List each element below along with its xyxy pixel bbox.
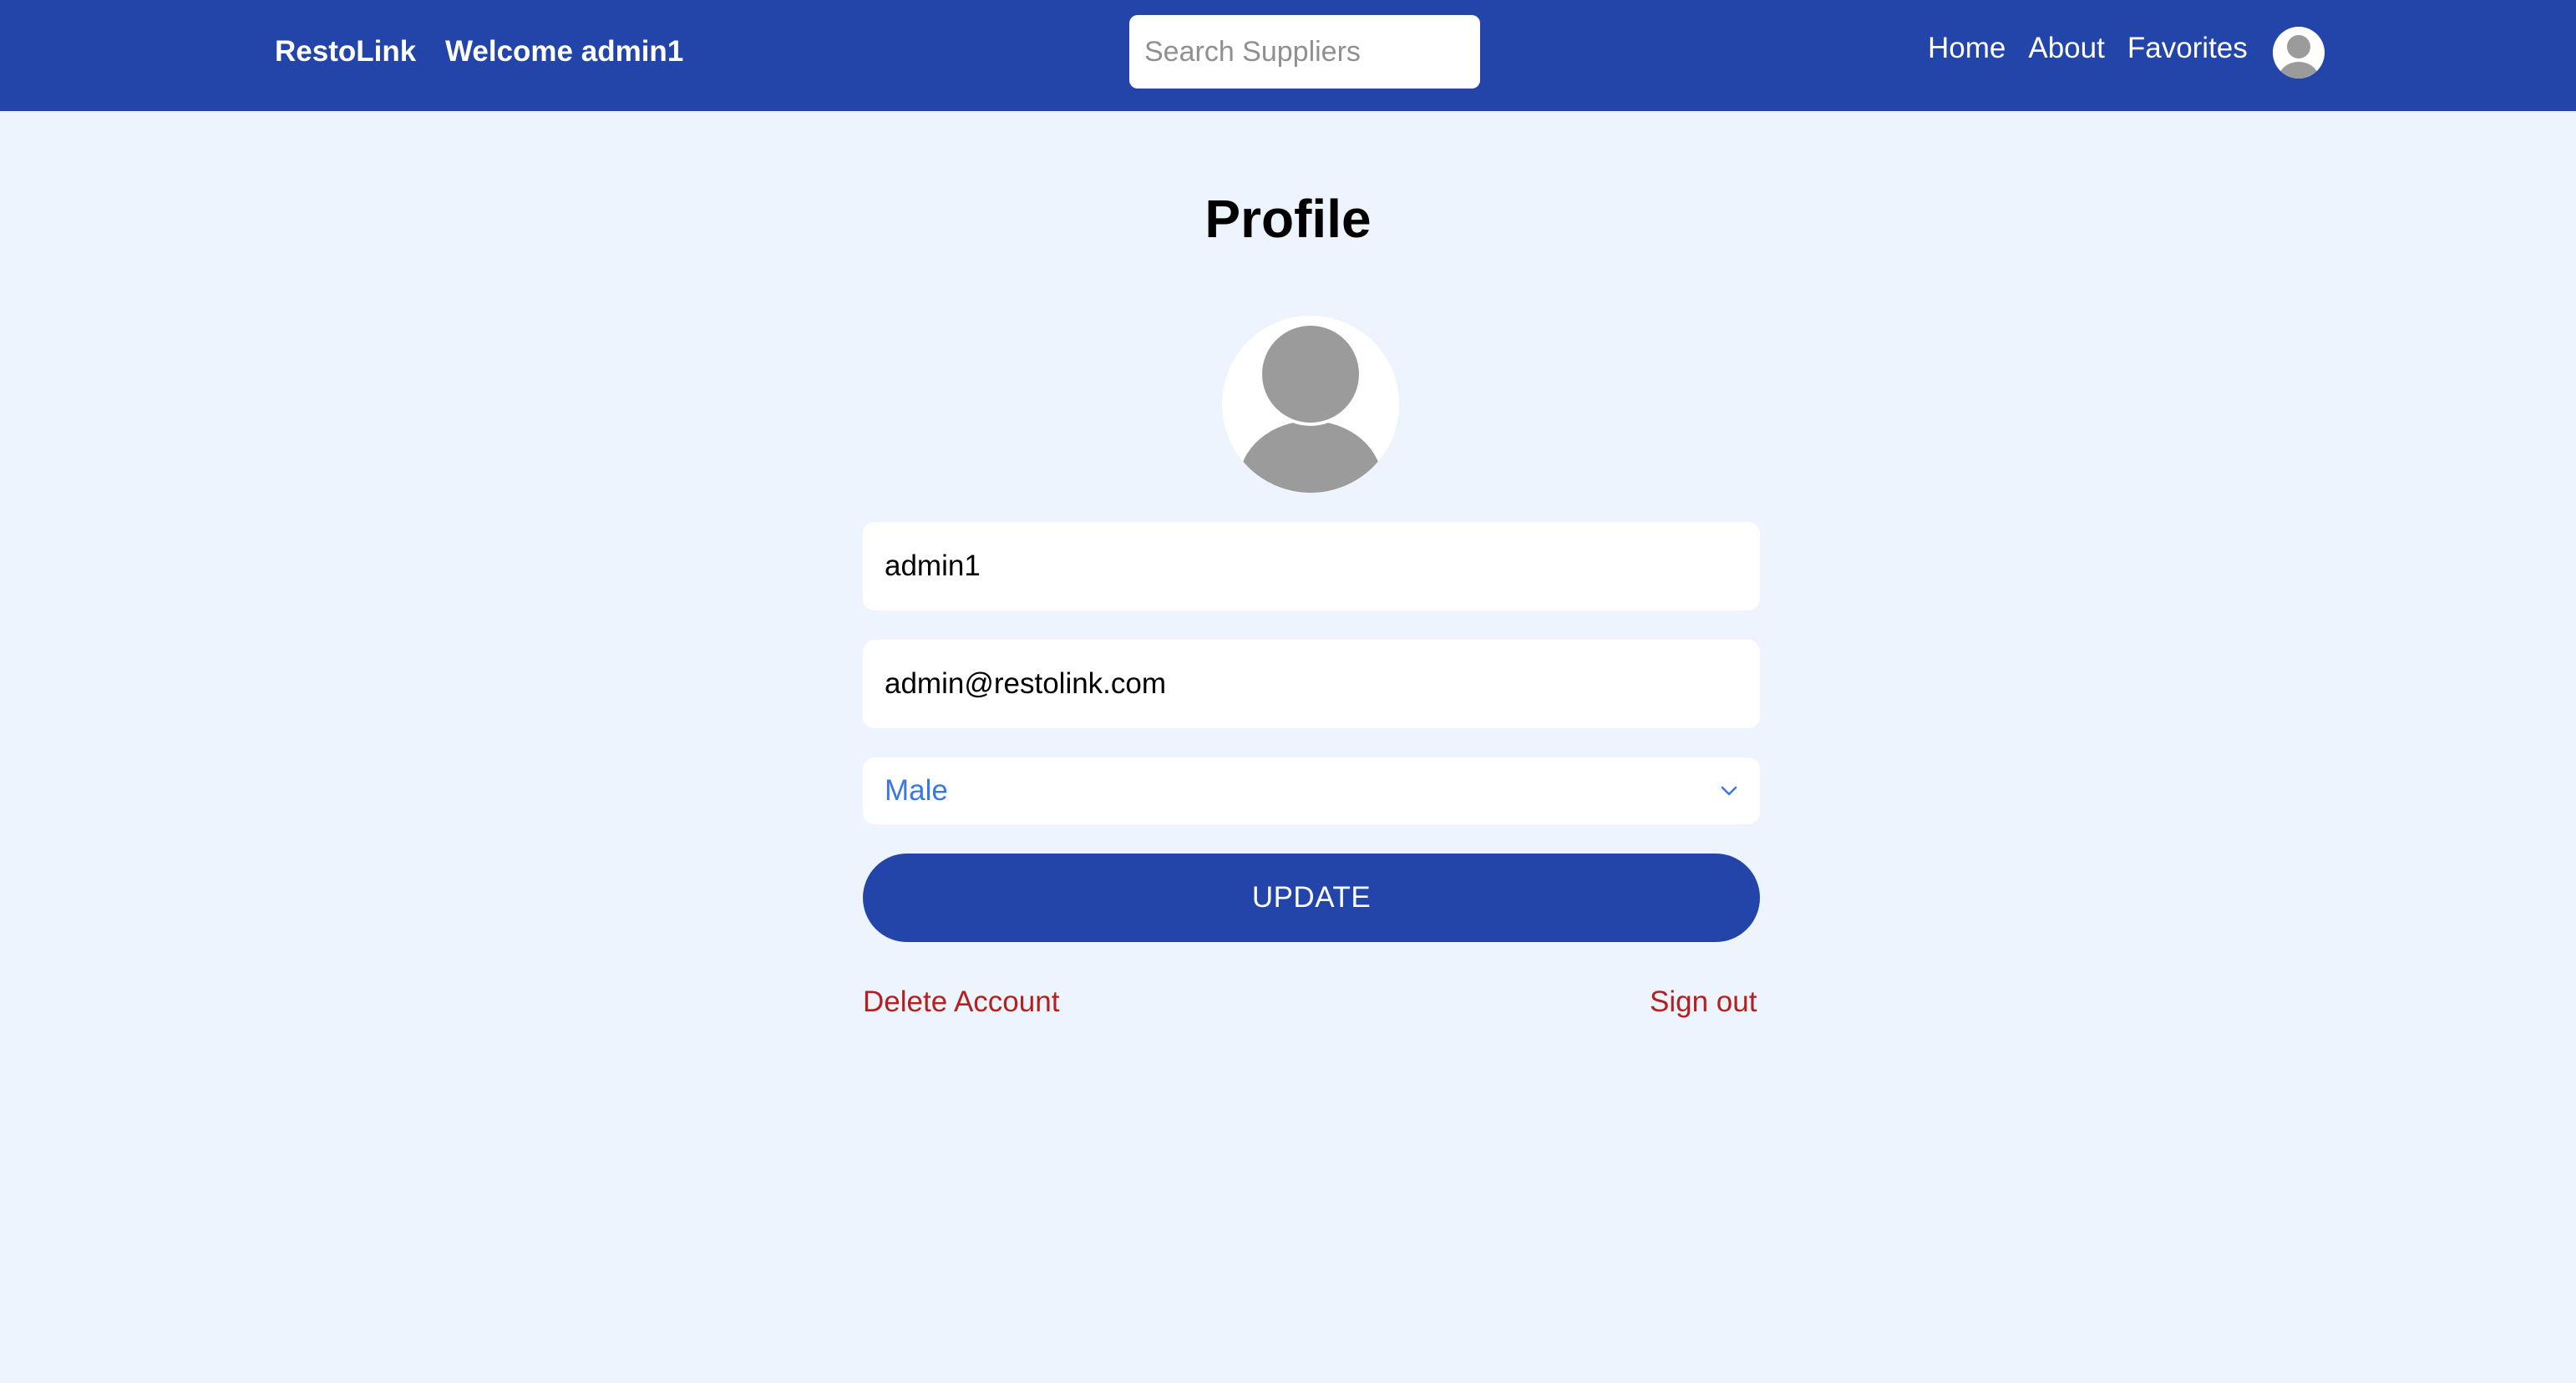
nav-link-home[interactable]: Home <box>1928 30 2006 67</box>
top-navbar: RestoLink Welcome admin1 Home About Favo… <box>0 0 2576 111</box>
user-avatar-icon <box>2273 27 2325 79</box>
page: RestoLink Welcome admin1 Home About Favo… <box>0 0 2576 1383</box>
chevron-down-icon <box>1721 786 1737 796</box>
gender-select[interactable]: Male <box>863 757 1760 824</box>
nav-links: Home About Favorites <box>1928 30 2248 67</box>
user-avatar-icon <box>1222 316 1399 493</box>
welcome-message: Welcome admin1 <box>445 35 684 68</box>
email-field[interactable] <box>863 640 1760 728</box>
gender-select-value: Male <box>885 774 948 807</box>
nav-link-about[interactable]: About <box>2028 30 2104 67</box>
search-suppliers-input[interactable] <box>1129 15 1480 89</box>
brand-logo-link[interactable]: RestoLink <box>275 33 416 70</box>
profile-avatar-button[interactable] <box>1222 316 1399 493</box>
nav-user-avatar-icon[interactable] <box>2273 27 2325 79</box>
nav-link-favorites[interactable]: Favorites <box>2127 30 2248 67</box>
page-title: Profile <box>1204 189 1372 249</box>
sign-out-link[interactable]: Sign out <box>1650 984 1757 1021</box>
update-button[interactable]: UPDATE <box>863 854 1760 942</box>
delete-account-link[interactable]: Delete Account <box>863 984 1059 1021</box>
username-field[interactable] <box>863 522 1760 610</box>
